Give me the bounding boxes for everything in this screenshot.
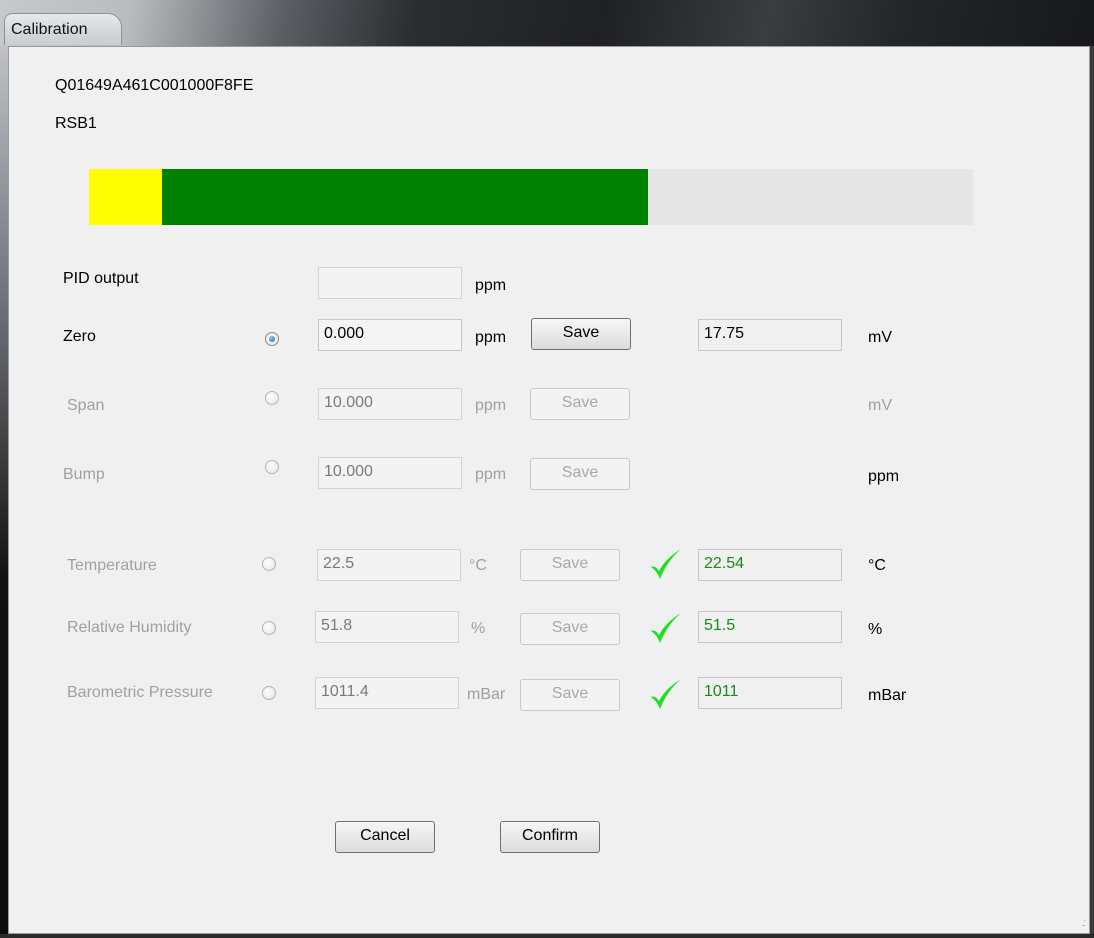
zero-reading-unit: mV	[868, 329, 892, 346]
humidity-unit: %	[471, 620, 486, 637]
temperature-check-icon	[651, 549, 681, 579]
span-reading-unit: mV	[868, 397, 892, 414]
pid-output-field	[318, 267, 462, 299]
temperature-radio[interactable]	[262, 557, 276, 571]
pid-output-label: PID output	[63, 270, 139, 287]
pid-output-unit: ppm	[475, 277, 507, 294]
temperature-label: Temperature	[67, 557, 157, 574]
humidity-reading-field: 51.5	[698, 611, 842, 643]
temperature-reading-unit: °C	[868, 557, 886, 574]
bump-unit: ppm	[475, 466, 507, 483]
bump-radio[interactable]	[265, 460, 279, 474]
window-frame-right	[1090, 46, 1094, 938]
pressure-save-button[interactable]: Save	[520, 679, 620, 711]
pressure-label: Barometric Pressure	[67, 684, 213, 701]
window-frame-bottom	[0, 934, 1094, 938]
device-id: Q01649A461C001000F8FE	[55, 77, 254, 94]
humidity-value-input[interactable]: 51.8	[315, 611, 459, 643]
humidity-save-button[interactable]: Save	[520, 613, 620, 645]
span-unit: ppm	[475, 397, 507, 414]
pressure-unit: mBar	[467, 686, 506, 703]
zero-value-input[interactable]: 0.000	[318, 319, 462, 351]
humidity-reading-unit: %	[868, 621, 883, 638]
progress-green-segment	[162, 169, 648, 225]
temperature-unit: °C	[469, 557, 487, 574]
pressure-reading-unit: mBar	[868, 687, 907, 704]
pressure-check-icon	[651, 679, 681, 709]
confirm-button[interactable]: Confirm	[500, 821, 600, 853]
pressure-radio[interactable]	[262, 686, 276, 700]
resize-grip-icon[interactable]: .:	[1081, 918, 1085, 929]
zero-save-button[interactable]: Save	[531, 318, 631, 350]
pressure-value-input[interactable]: 1011.4	[315, 677, 459, 709]
zero-label: Zero	[63, 328, 96, 345]
temperature-save-button[interactable]: Save	[520, 549, 620, 581]
calibration-dialog: Q01649A461C001000F8FE RSB1 PID output pp…	[8, 46, 1090, 934]
temperature-reading-field: 22.54	[698, 549, 842, 581]
span-value-input[interactable]: 10.000	[318, 388, 462, 420]
bump-save-button[interactable]: Save	[530, 458, 630, 490]
span-save-button[interactable]: Save	[530, 388, 630, 420]
zero-reading-field: 17.75	[698, 319, 842, 351]
humidity-check-icon	[651, 613, 681, 643]
device-name: RSB1	[55, 115, 97, 132]
humidity-radio[interactable]	[262, 621, 276, 635]
progress-yellow-segment	[89, 169, 162, 225]
window-title: Calibration	[4, 13, 122, 45]
bump-value-input[interactable]: 10.000	[318, 457, 462, 489]
bump-reading-unit: ppm	[868, 468, 900, 485]
title-bar: Calibration	[0, 0, 1094, 46]
zero-radio[interactable]	[265, 332, 279, 346]
window-frame-left	[0, 46, 8, 938]
pressure-reading-field: 1011	[698, 677, 842, 709]
temperature-value-input[interactable]: 22.5	[317, 549, 461, 581]
humidity-label: Relative Humidity	[67, 619, 192, 636]
zero-unit: ppm	[475, 329, 507, 346]
span-label: Span	[67, 397, 105, 414]
bump-label: Bump	[63, 466, 105, 483]
cancel-button[interactable]: Cancel	[335, 821, 435, 853]
calibration-progress-bar	[89, 169, 973, 225]
span-radio[interactable]	[265, 391, 279, 405]
